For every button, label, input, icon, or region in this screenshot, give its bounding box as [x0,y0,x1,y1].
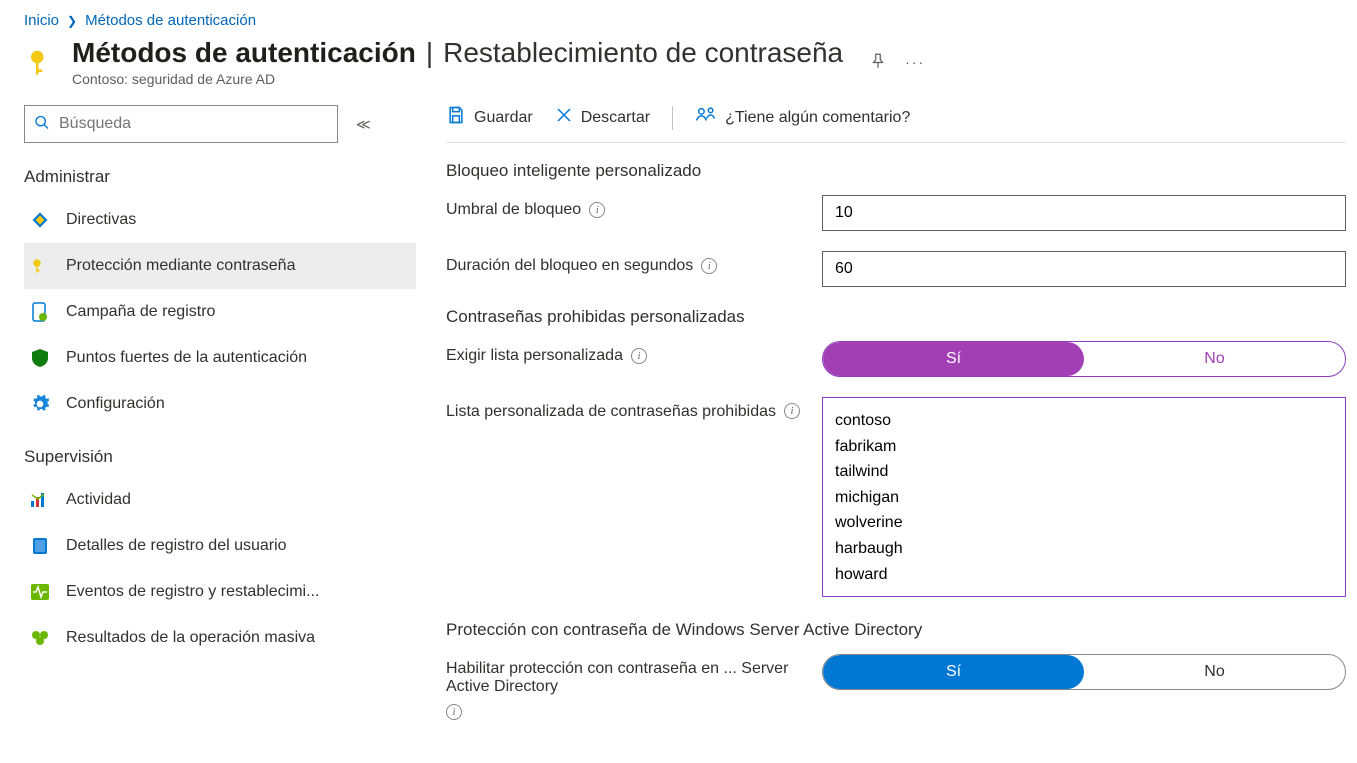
sidebar-item-password-protection[interactable]: Protección mediante contraseña [24,243,416,289]
discard-label: Descartar [581,109,650,127]
section-windows-server-ad: Protección con contraseña de Windows Ser… [446,620,1346,640]
custom-banned-list-label: Lista personalizada de contraseñas prohi… [446,397,822,421]
custom-banned-list-textarea[interactable] [822,397,1346,597]
feedback-label: ¿Tiene algún comentario? [725,109,910,127]
enforce-custom-list-toggle[interactable]: Sí No [822,341,1346,377]
key-icon [24,45,58,79]
save-button[interactable]: Guardar [446,105,533,130]
sidebar-item-label: Directivas [66,211,136,229]
nav-heading-manage: Administrar [24,161,416,197]
section-banned-passwords: Contraseñas prohibidas personalizadas [446,307,1346,327]
shield-icon [28,348,52,368]
info-icon[interactable]: i [446,704,462,720]
toggle-no[interactable]: No [1084,655,1345,689]
breadcrumb-home[interactable]: Inicio [24,12,59,29]
enable-onprem-toggle[interactable]: Sí No [822,654,1346,690]
toggle-yes[interactable]: Sí [823,342,1084,376]
page-title-row: Métodos de autenticación | Restablecimie… [24,37,1341,87]
sidebar-item-policies[interactable]: Directivas [24,197,416,243]
info-icon[interactable]: i [589,202,605,218]
chevron-right-icon: ❯ [67,14,77,28]
info-icon[interactable]: i [631,348,647,364]
discard-button[interactable]: Descartar [555,106,650,129]
pin-icon[interactable] [869,52,887,73]
sidebar-item-settings[interactable]: Configuración [24,381,416,427]
separator [672,106,673,130]
toggle-yes[interactable]: Sí [823,655,1084,689]
feedback-button[interactable]: ¿Tiene algún comentario? [695,105,910,130]
search-input[interactable] [24,105,338,143]
section-smart-lockout: Bloqueo inteligente personalizado [446,161,1346,181]
sidebar-item-label: Protección mediante contraseña [66,257,295,275]
phone-icon [28,302,52,322]
lockout-duration-input[interactable] [822,251,1346,287]
toggle-no[interactable]: No [1084,342,1345,376]
nav-heading-monitoring: Supervisión [24,441,416,477]
policy-icon [28,211,52,229]
sidebar-item-registration-events[interactable]: Eventos de registro y restablecimi... [24,569,416,615]
breadcrumb: Inicio ❯ Métodos de autenticación [24,12,1341,29]
sidebar-item-activity[interactable]: Actividad [24,477,416,523]
info-icon[interactable]: i [784,403,800,419]
sidebar-item-bulk-operation-results[interactable]: Resultados de la operación masiva [24,615,416,661]
lockout-duration-label: Duración del bloqueo en segundos i [446,251,822,275]
feedback-icon [695,105,717,130]
close-icon [555,106,573,129]
lockout-threshold-label: Umbral de bloqueo i [446,195,822,219]
bulk-icon [28,630,52,646]
info-icon[interactable]: i [701,258,717,274]
sidebar-item-label: Resultados de la operación masiva [66,629,315,647]
lockout-threshold-input[interactable] [822,195,1346,231]
sidebar-item-registration-campaign[interactable]: Campaña de registro [24,289,416,335]
more-icon[interactable]: ··· [905,54,925,70]
book-icon [28,537,52,555]
search-icon [34,115,50,134]
page-title: Métodos de autenticación | Restablecimie… [72,37,843,69]
chart-icon [28,492,52,508]
enable-onprem-label: Habilitar protección con contraseña en .… [446,654,822,720]
sidebar-item-label: Configuración [66,395,165,413]
sidebar-item-label: Puntos fuertes de la autenticación [66,349,307,367]
collapse-sidebar-icon[interactable]: ≪ [356,116,371,133]
sidebar-item-label: Campaña de registro [66,303,215,321]
sidebar-item-user-registration-details[interactable]: Detalles de registro del usuario [24,523,416,569]
page-title-main: Métodos de autenticación [72,37,416,69]
gear-icon [28,394,52,414]
pulse-icon [28,584,52,600]
sidebar: ≪ Administrar Directivas Protección medi… [24,105,416,740]
page-title-suffix: Restablecimiento de contraseña [443,37,843,69]
save-label: Guardar [474,109,533,127]
breadcrumb-current[interactable]: Métodos de autenticación [85,12,256,29]
save-icon [446,105,466,130]
sidebar-item-label: Detalles de registro del usuario [66,537,287,555]
content: Guardar Descartar ¿Tiene algún comentari… [416,105,1346,740]
sidebar-item-label: Actividad [66,491,131,509]
search-box [24,105,338,143]
enforce-custom-list-label: Exigir lista personalizada i [446,341,822,365]
sidebar-item-label: Eventos de registro y restablecimi... [66,583,319,601]
sidebar-item-auth-strengths[interactable]: Puntos fuertes de la autenticación [24,335,416,381]
command-bar: Guardar Descartar ¿Tiene algún comentari… [446,105,1346,143]
page-subtitle: Contoso: seguridad de Azure AD [72,71,843,87]
key-icon [28,257,52,275]
